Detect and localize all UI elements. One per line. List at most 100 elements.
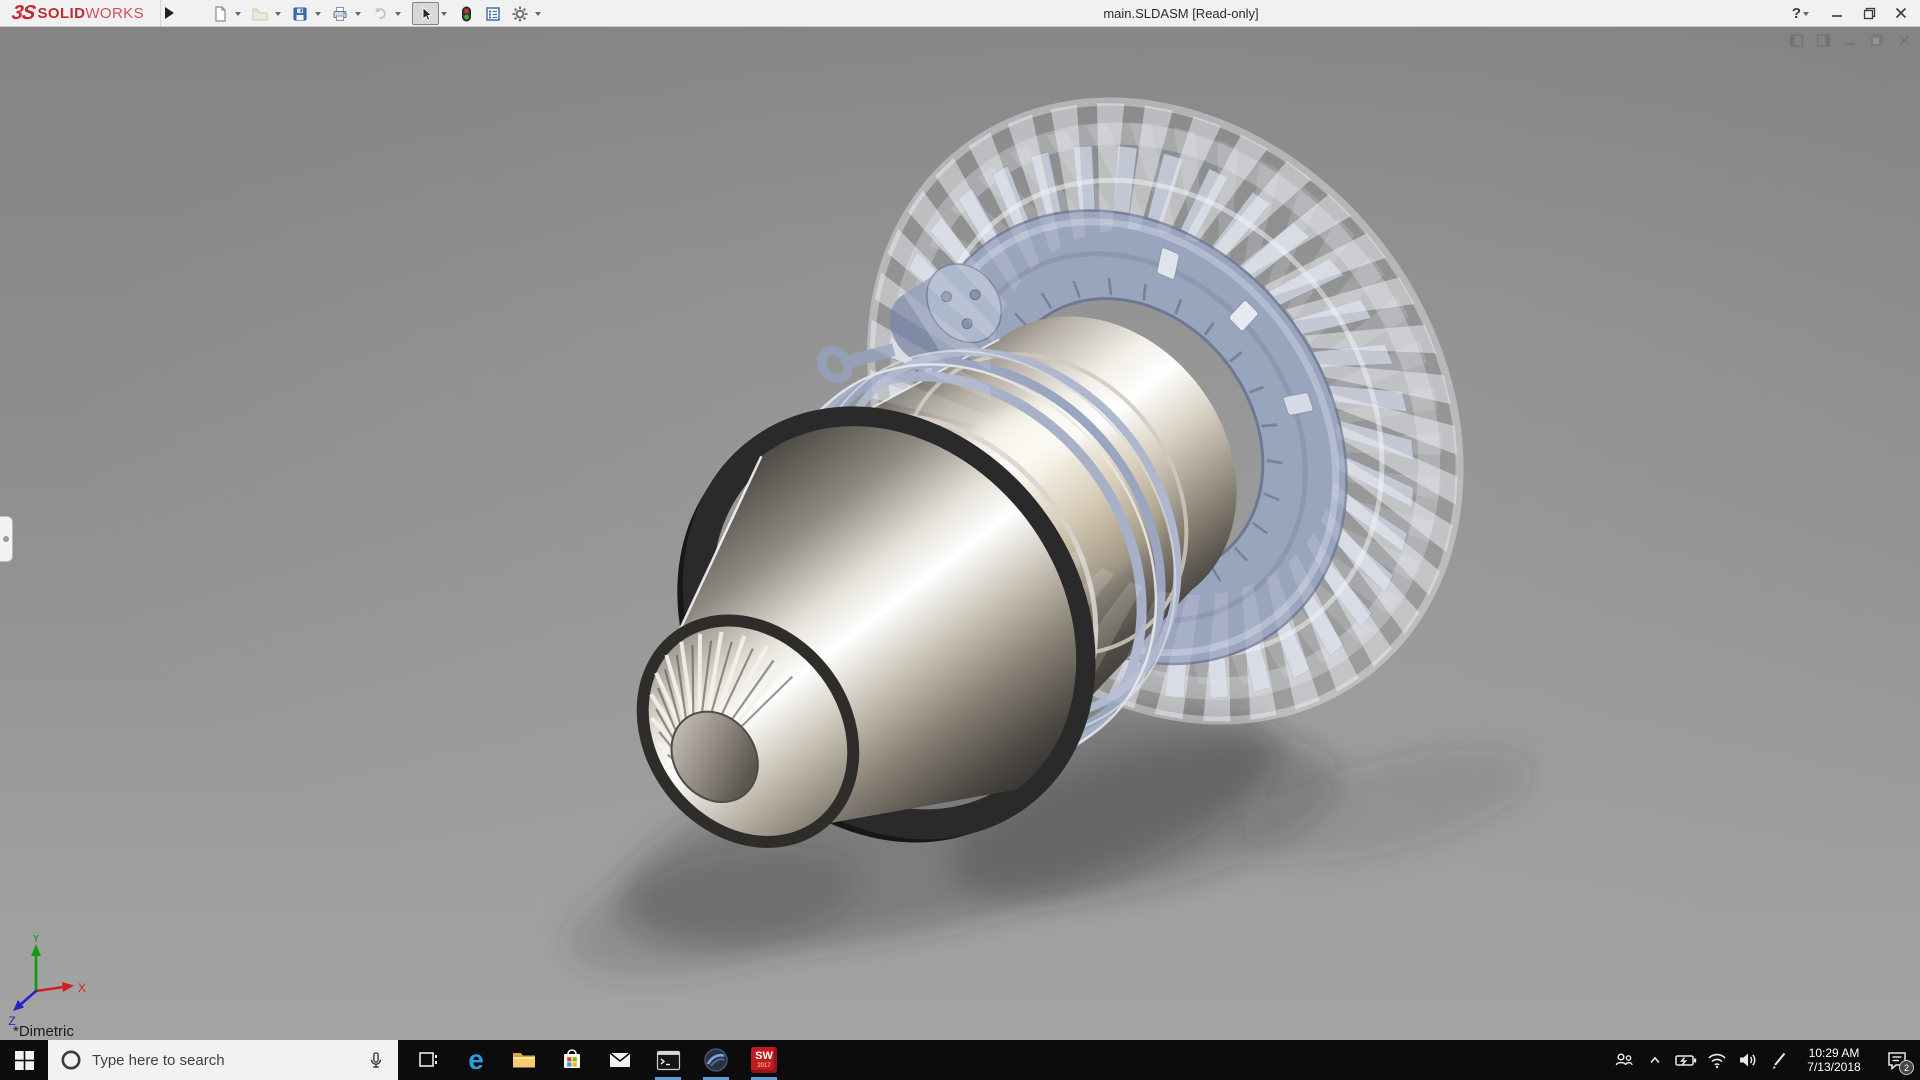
- options-dropdown[interactable]: [535, 12, 541, 19]
- undo-button[interactable]: [366, 2, 393, 25]
- store-icon: [560, 1048, 584, 1072]
- triad-y-label: Y: [32, 935, 40, 945]
- command-prompt-icon: [656, 1050, 681, 1071]
- select-dropdown[interactable]: [441, 12, 447, 19]
- file-explorer-button[interactable]: [500, 1040, 548, 1080]
- edge-icon: e: [468, 1046, 484, 1074]
- help-button[interactable]: ?: [1792, 5, 1801, 22]
- new-document-button[interactable]: [206, 2, 233, 25]
- new-document-dropdown[interactable]: [235, 12, 241, 19]
- document-window-controls: [1788, 32, 1912, 48]
- mail-icon: [608, 1050, 632, 1070]
- taskbar-app-icons: e: [404, 1040, 788, 1080]
- print-dropdown[interactable]: [355, 12, 361, 19]
- select-tool-button[interactable]: [412, 2, 439, 25]
- minimize-icon: [1831, 7, 1843, 19]
- doc-minimize-button[interactable]: [1842, 32, 1858, 48]
- select-cursor-icon: [417, 5, 435, 23]
- taskbar-search-input[interactable]: Type here to search: [48, 1040, 398, 1080]
- display-pane-list-icon: [484, 5, 502, 23]
- windows-logo-icon: [15, 1051, 34, 1070]
- save-button[interactable]: [286, 2, 313, 25]
- wifi-icon: [1705, 1049, 1729, 1071]
- save-dropdown[interactable]: [315, 12, 321, 19]
- panel-tab-grip-icon: [3, 536, 9, 542]
- right-pane-icon: [1816, 33, 1831, 48]
- edge-button[interactable]: e: [452, 1040, 500, 1080]
- system-tray: 10:29 AM 7/13/2018 2: [1608, 1040, 1920, 1080]
- windows-ink-pen-icon: [1767, 1049, 1791, 1071]
- taskbar-clock[interactable]: 10:29 AM 7/13/2018: [1794, 1046, 1874, 1074]
- solidworks-2017-button[interactable]: SW 2017: [740, 1040, 788, 1080]
- doc-restore-button[interactable]: [1869, 32, 1885, 48]
- store-button[interactable]: [548, 1040, 596, 1080]
- people-button[interactable]: [1608, 1040, 1639, 1080]
- undo-arrow-icon: [371, 5, 389, 23]
- print-icon: [331, 5, 349, 23]
- task-view-button[interactable]: [404, 1040, 452, 1080]
- dassault-3ds-logo-icon: 3S: [10, 2, 37, 25]
- hidden-icons-button[interactable]: [1639, 1040, 1670, 1080]
- left-pane-icon: [1789, 33, 1804, 48]
- doc-close-icon: [1898, 34, 1911, 47]
- wifi-button[interactable]: [1701, 1040, 1732, 1080]
- open-dropdown[interactable]: [275, 12, 281, 19]
- chevron-up-icon: [1645, 1050, 1665, 1070]
- edrawings-button[interactable]: [692, 1040, 740, 1080]
- notification-badge: 2: [1899, 1060, 1914, 1075]
- restore-button[interactable]: [1860, 4, 1878, 22]
- microphone-icon[interactable]: [366, 1050, 386, 1070]
- rebuild-button[interactable]: [452, 2, 479, 25]
- restore-down-icon: [1863, 7, 1876, 20]
- show-right-pane-button[interactable]: [1815, 32, 1831, 48]
- minimize-button[interactable]: [1828, 4, 1846, 22]
- 3d-model-canvas[interactable]: [0, 27, 1920, 1040]
- window-title: main.SLDASM [Read-only]: [1103, 0, 1258, 26]
- window-controls: ?: [1792, 0, 1910, 26]
- logo-text-solid: SOLID: [37, 5, 85, 22]
- view-orientation-label: *Dimetric: [13, 1023, 74, 1040]
- cortana-icon: [60, 1049, 82, 1071]
- menu-flyout-button[interactable]: [160, 0, 178, 26]
- search-placeholder: Type here to search: [92, 1052, 356, 1069]
- volume-button[interactable]: [1732, 1040, 1763, 1080]
- collapsed-panel-tab[interactable]: [0, 516, 13, 562]
- windows-taskbar: Type here to search e: [0, 1040, 1920, 1080]
- battery-button[interactable]: [1670, 1040, 1701, 1080]
- logo-text-works: WORKS: [85, 5, 144, 22]
- show-left-pane-button[interactable]: [1788, 32, 1804, 48]
- file-explorer-icon: [511, 1049, 537, 1071]
- open-button[interactable]: [246, 2, 273, 25]
- triad-x-label: X: [78, 981, 86, 995]
- pen-button[interactable]: [1763, 1040, 1794, 1080]
- quick-access-toolbar: [206, 1, 546, 26]
- close-icon: [1895, 7, 1907, 19]
- titlebar: 3S SOLIDWORKS: [0, 0, 1920, 27]
- open-folder-icon: [251, 5, 269, 23]
- volume-icon: [1736, 1049, 1760, 1071]
- solidworks-logo: 3S SOLIDWORKS: [12, 0, 144, 26]
- task-view-icon: [417, 1049, 439, 1071]
- graphics-viewport[interactable]: Y X Z *Dimetric: [0, 27, 1920, 1040]
- rebuild-traffic-light-icon: [457, 5, 475, 23]
- options-button[interactable]: [506, 2, 533, 25]
- action-center-button[interactable]: 2: [1874, 1040, 1920, 1080]
- options-gear-icon: [511, 5, 529, 23]
- solidworks-2017-icon: SW 2017: [751, 1047, 777, 1073]
- save-floppy-icon: [291, 5, 309, 23]
- new-document-icon: [211, 5, 229, 23]
- command-prompt-button[interactable]: [644, 1040, 692, 1080]
- edrawings-icon: [703, 1047, 729, 1073]
- sw-label: SW: [755, 1051, 773, 1062]
- print-button[interactable]: [326, 2, 353, 25]
- undo-dropdown[interactable]: [395, 12, 401, 19]
- doc-minimize-icon: [1844, 34, 1857, 47]
- mail-button[interactable]: [596, 1040, 644, 1080]
- doc-close-button[interactable]: [1896, 32, 1912, 48]
- sw-year-label: 2017: [757, 1063, 770, 1069]
- start-button[interactable]: [0, 1040, 48, 1080]
- display-pane-button[interactable]: [479, 2, 506, 25]
- close-button[interactable]: [1892, 4, 1910, 22]
- help-dropdown[interactable]: [1803, 12, 1809, 19]
- battery-charging-icon: [1673, 1049, 1699, 1071]
